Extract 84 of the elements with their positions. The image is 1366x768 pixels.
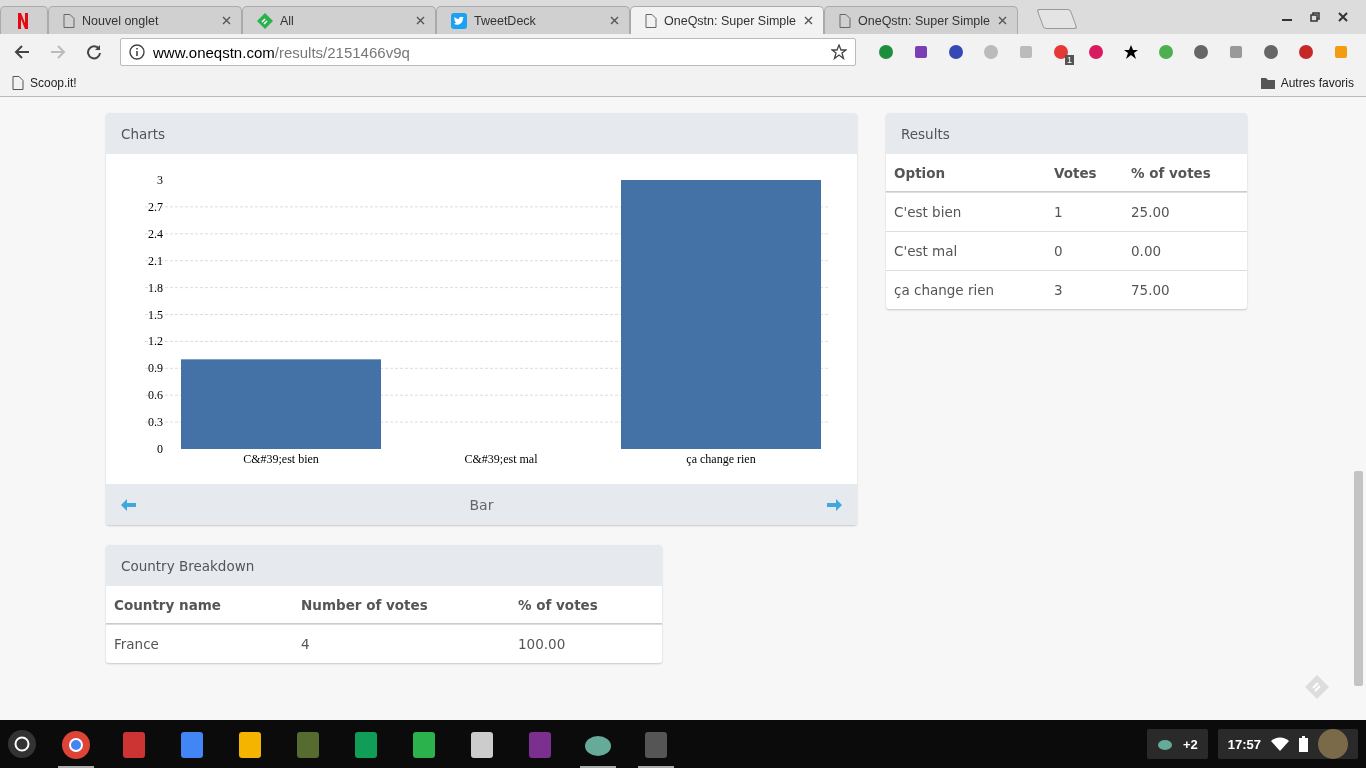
table-cell-text: ça change rien [894, 282, 996, 298]
close-icon[interactable] [416, 16, 425, 25]
axis-tick-label: 3 [157, 173, 163, 187]
table-cell-text: 0 [1054, 243, 1064, 259]
notification-tray[interactable]: +2 [1146, 729, 1208, 759]
axis-tick-label: 2.1 [148, 253, 163, 268]
tab-title: OneQstn: Super Simple [858, 13, 991, 28]
tab-title: TweetDeck [474, 13, 537, 28]
table-cell-text: C'est bien [894, 204, 963, 220]
launcher-button[interactable] [8, 730, 36, 758]
other-bookmarks-link[interactable]: Autres favoris [1280, 76, 1354, 90]
extension-badge: 1 [1065, 55, 1074, 65]
table-cell-text: 100.00 [518, 636, 567, 652]
table-cell-text: 1 [1054, 204, 1064, 220]
column-header: Votes [1054, 164, 1098, 181]
pinned-tab[interactable] [0, 6, 48, 34]
table-cell-text: 75.00 [1131, 282, 1171, 298]
extension-icon[interactable] [948, 44, 964, 60]
table-cell-text: France [114, 636, 160, 652]
tab-title: All [280, 13, 295, 28]
category-label: ça change rien [686, 452, 756, 466]
back-arrow-icon[interactable] [14, 44, 30, 60]
axis-tick-label: 0 [157, 442, 163, 456]
star-icon[interactable] [831, 44, 847, 60]
table-cell-text: C'est mal [894, 243, 959, 259]
axis-tick-label: 1.5 [148, 307, 163, 322]
column-header: % of votes [518, 596, 599, 613]
extension-icon[interactable] [1123, 44, 1139, 60]
app-icon[interactable] [60, 729, 92, 761]
folder-icon [1260, 77, 1275, 89]
axis-tick-label: 0.6 [148, 388, 163, 403]
page-icon [839, 13, 851, 28]
info-icon[interactable] [129, 44, 145, 60]
column-header: Country name [114, 596, 222, 613]
bookmark-link[interactable]: Scoop.it! [30, 76, 77, 90]
browser-tab[interactable]: All [242, 6, 436, 34]
reload-icon[interactable] [86, 44, 102, 60]
browser-tab[interactable]: TweetDeck [436, 6, 630, 34]
extension-icon[interactable] [1053, 44, 1069, 60]
close-icon[interactable] [222, 16, 231, 25]
page-icon [12, 76, 24, 90]
axis-tick-label: 0.3 [148, 415, 163, 430]
avatar[interactable] [1318, 729, 1348, 759]
clock: 17:57 [1227, 736, 1261, 752]
leaf-icon [257, 12, 273, 29]
close-icon[interactable] [804, 16, 813, 25]
column-header: Number of votes [301, 596, 429, 613]
status-area[interactable]: 17:57 [1217, 729, 1358, 759]
letter-n-icon [17, 12, 29, 29]
table-cell-text: 25.00 [1131, 204, 1171, 220]
wifi-icon [1271, 737, 1289, 751]
column-header: Option [894, 164, 947, 181]
address-bar[interactable]: www.oneqstn.com/results/2151466v9q [120, 38, 856, 66]
battery-icon [1299, 736, 1308, 752]
axis-tick-label: 2.7 [148, 199, 163, 214]
panel-title: Results [901, 125, 950, 142]
page-icon [645, 13, 657, 28]
browser-tab[interactable]: OneQstn: Super Simple [630, 6, 824, 34]
close-icon[interactable] [1338, 12, 1348, 22]
table-cell-text: 3 [1054, 282, 1064, 298]
column-header: % of votes [1131, 164, 1212, 181]
panel-title: Charts [121, 125, 166, 142]
bird-icon [451, 12, 467, 29]
page-icon [63, 13, 75, 28]
circle-icon [14, 736, 30, 752]
tab-title: OneQstn: Super Simple [664, 13, 797, 28]
close-icon[interactable] [998, 16, 1007, 25]
table-cell-text: 4 [301, 636, 311, 652]
tab-title: Nouvel onglet [82, 13, 160, 28]
browser-tab[interactable]: Nouvel onglet [48, 6, 242, 34]
close-icon[interactable] [610, 16, 619, 25]
restore-icon[interactable] [1310, 12, 1320, 22]
notification-count: +2 [1182, 736, 1198, 752]
category-label: C&#39;est mal [464, 452, 538, 466]
axis-tick-label: 2.4 [148, 226, 163, 241]
panel-title: Country Breakdown [121, 557, 255, 574]
chart-type-label: Bar [469, 496, 494, 513]
scrollbar-thumb[interactable] [1354, 471, 1363, 686]
table-cell-text: 0.00 [1131, 243, 1163, 259]
browser-tab[interactable]: OneQstn: Super Simple [824, 6, 1018, 34]
axis-tick-label: 1.2 [148, 334, 163, 349]
axis-tick-label: 1.8 [148, 280, 163, 295]
axis-tick-label: 0.9 [148, 361, 163, 376]
category-label: C&#39;est bien [243, 452, 319, 466]
